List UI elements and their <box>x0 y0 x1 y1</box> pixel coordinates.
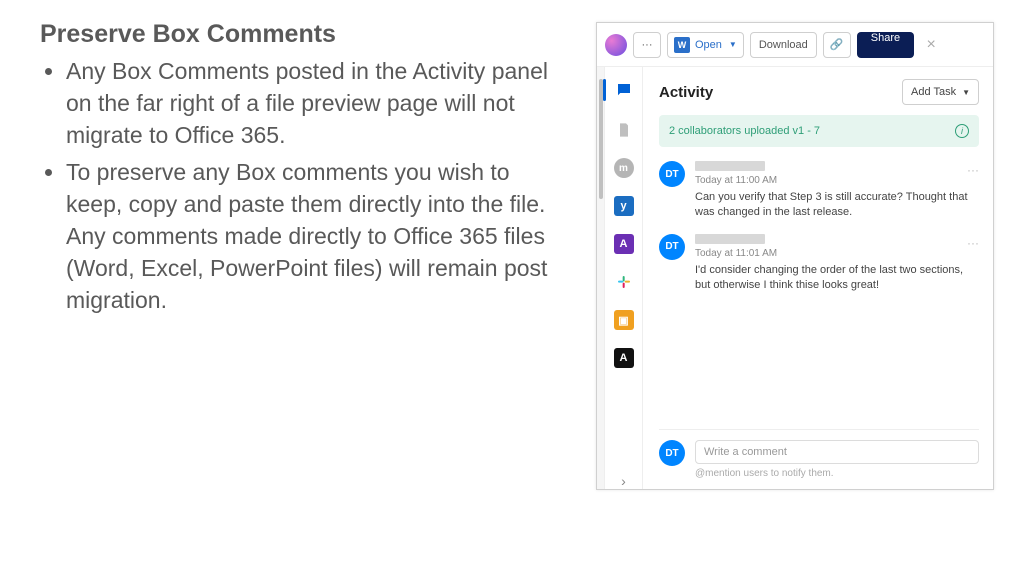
my-avatar: DT <box>659 440 685 466</box>
comment-input[interactable]: Write a comment <box>695 440 979 464</box>
slide-title: Preserve Box Comments <box>40 20 550 49</box>
app-icon-yammer[interactable]: y <box>614 196 634 216</box>
commenter-name-redacted <box>695 234 765 244</box>
app-icon-adobe[interactable]: A <box>614 234 634 254</box>
comment-item: DT Today at 11:00 AM Can you verify that… <box>659 161 979 220</box>
commenter-avatar[interactable]: DT <box>659 234 685 260</box>
caret-down-icon: ▼ <box>729 40 737 49</box>
app-icon-m[interactable]: m <box>614 158 634 178</box>
share-button[interactable]: Share <box>857 32 914 58</box>
word-icon: W <box>674 37 690 53</box>
app-icon-security[interactable]: ▣ <box>614 310 634 330</box>
compose-area: DT Write a comment @mention users to not… <box>659 429 979 479</box>
scrollbar[interactable] <box>597 67 605 489</box>
info-icon[interactable]: i <box>955 124 969 138</box>
banner-text: 2 collaborators uploaded v1 - 7 <box>669 125 820 137</box>
bullet-item: To preserve any Box comments you wish to… <box>66 156 550 317</box>
close-icon[interactable]: × <box>920 36 942 54</box>
download-button[interactable]: Download <box>750 32 817 58</box>
comment-time: Today at 11:01 AM <box>695 248 979 259</box>
app-icon-acrobat[interactable]: A <box>614 348 634 368</box>
user-avatar-icon[interactable] <box>605 34 627 56</box>
commenter-name-redacted <box>695 161 765 171</box>
comment-text: I'd consider changing the order of the l… <box>695 263 979 293</box>
comment-more-icon[interactable]: ··· <box>967 163 979 177</box>
slide-bullets: Any Box Comments posted in the Activity … <box>40 55 550 317</box>
expand-rail-icon[interactable]: › <box>621 473 626 489</box>
comment-time: Today at 11:00 AM <box>695 175 979 186</box>
upload-banner[interactable]: 2 collaborators uploaded v1 - 7 i <box>659 115 979 147</box>
commenter-avatar[interactable]: DT <box>659 161 685 187</box>
panel-title: Activity <box>659 84 713 101</box>
compose-hint: @mention users to notify them. <box>695 468 979 479</box>
preview-toolbar: ··· W Open ▼ Download 🔗 Share × <box>597 23 993 67</box>
comment-text: Can you verify that Step 3 is still accu… <box>695 190 979 220</box>
app-icon-slack[interactable] <box>614 272 634 292</box>
add-task-button[interactable]: Add Task ▼ <box>902 79 979 105</box>
document-icon[interactable] <box>614 120 634 140</box>
activity-panel: Activity Add Task ▼ 2 collaborators uplo… <box>643 67 993 489</box>
box-preview-screenshot: ··· W Open ▼ Download 🔗 Share × m y A <box>596 22 994 490</box>
comments-icon[interactable] <box>615 81 633 102</box>
more-options-button[interactable]: ··· <box>633 32 661 58</box>
comment-more-icon[interactable]: ··· <box>967 236 979 250</box>
bullet-item: Any Box Comments posted in the Activity … <box>66 55 550 152</box>
open-button[interactable]: W Open ▼ <box>667 32 744 58</box>
app-icon-rail: m y A ▣ A › <box>605 67 643 489</box>
link-button[interactable]: 🔗 <box>823 32 851 58</box>
open-label: Open <box>695 39 722 51</box>
comment-item: DT Today at 11:01 AM I'd consider changi… <box>659 234 979 293</box>
caret-down-icon: ▼ <box>962 88 970 97</box>
